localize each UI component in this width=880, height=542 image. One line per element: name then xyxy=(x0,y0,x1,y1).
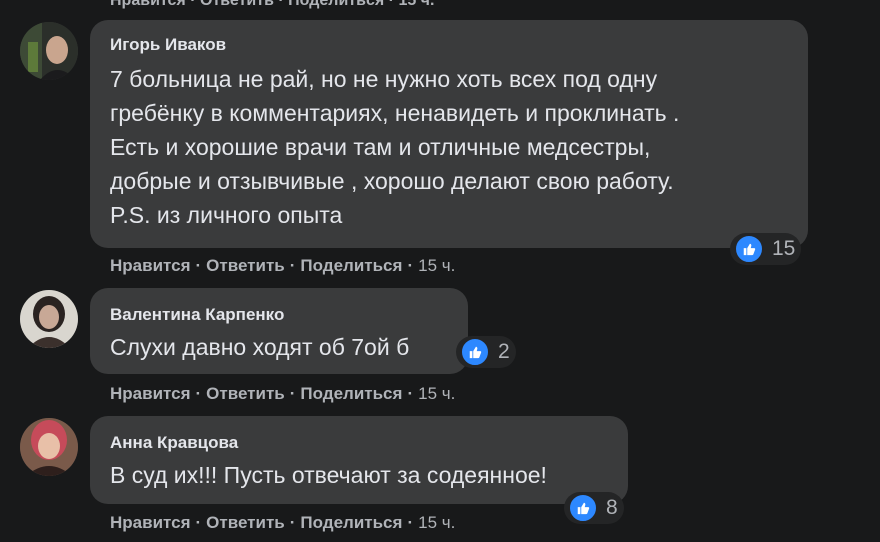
avatar-photo xyxy=(20,22,78,80)
separator-dot: · xyxy=(388,0,399,9)
reaction-count[interactable]: 8 xyxy=(564,492,624,524)
separator-dot: · xyxy=(278,0,289,9)
reaction-number: 2 xyxy=(498,340,510,363)
separator-dot: · xyxy=(190,0,200,9)
thumbs-up-icon xyxy=(568,493,598,523)
like-link[interactable]: Нравится xyxy=(110,513,191,533)
separator-dot: · xyxy=(289,513,296,532)
separator-dot: · xyxy=(195,513,202,532)
avatar[interactable] xyxy=(20,22,78,80)
like-link[interactable]: Нравится xyxy=(110,384,191,404)
avatar[interactable] xyxy=(20,418,78,476)
share-link[interactable]: Поделиться xyxy=(300,513,402,533)
thumbs-up-icon xyxy=(734,234,764,264)
reply-link[interactable]: Ответить xyxy=(206,256,285,276)
separator-dot: · xyxy=(195,256,202,275)
comment-time[interactable]: 15 ч. xyxy=(418,384,455,404)
avatar[interactable] xyxy=(20,290,78,348)
comment-author[interactable]: Игорь Иваков xyxy=(110,34,790,56)
thumbs-up-icon xyxy=(460,337,490,367)
reaction-count[interactable]: 15 xyxy=(730,233,802,265)
reply-link[interactable]: Ответить xyxy=(206,384,285,404)
reaction-number: 15 xyxy=(772,237,796,260)
share-link[interactable]: Поделиться xyxy=(288,0,384,9)
comment-time: 15 ч. xyxy=(398,0,435,9)
comment-bubble: Валентина Карпенко Слухи давно ходят об … xyxy=(90,288,468,374)
separator-dot: · xyxy=(407,384,414,403)
comment-text: 7 больница не рай, но не нужно хоть всех… xyxy=(110,66,680,228)
like-link[interactable]: Нравится xyxy=(110,0,186,9)
prev-comment-actions: Нравится · Ответить · Поделиться · 15 ч. xyxy=(110,0,435,9)
separator-dot: · xyxy=(407,256,414,275)
separator-dot: · xyxy=(407,513,414,532)
comment-time[interactable]: 15 ч. xyxy=(418,256,455,276)
separator-dot: · xyxy=(195,384,202,403)
separator-dot: · xyxy=(289,384,296,403)
avatar-photo xyxy=(20,418,78,476)
comment-author[interactable]: Анна Кравцова xyxy=(110,432,610,454)
comment-bubble: Игорь Иваков 7 больница не рай, но не ну… xyxy=(90,20,808,248)
reply-link[interactable]: Ответить xyxy=(206,513,285,533)
reply-link[interactable]: Ответить xyxy=(200,0,274,9)
comment-author[interactable]: Валентина Карпенко xyxy=(110,304,450,326)
comment-bubble: Анна Кравцова В суд их!!! Пусть отвечают… xyxy=(90,416,628,504)
reaction-count[interactable]: 2 xyxy=(456,336,516,368)
comment-actions: Нравится · Ответить · Поделиться · 15 ч. xyxy=(110,384,455,404)
share-link[interactable]: Поделиться xyxy=(300,256,402,276)
comment-time[interactable]: 15 ч. xyxy=(418,513,455,533)
like-link[interactable]: Нравится xyxy=(110,256,191,276)
share-link[interactable]: Поделиться xyxy=(300,384,402,404)
reaction-number: 8 xyxy=(606,496,618,519)
avatar-photo xyxy=(20,290,78,348)
separator-dot: · xyxy=(289,256,296,275)
comment-actions: Нравится · Ответить · Поделиться · 15 ч. xyxy=(110,513,455,533)
comment-text: Слухи давно ходят об 7ой б xyxy=(110,334,410,360)
comment-actions: Нравится · Ответить · Поделиться · 15 ч. xyxy=(110,256,455,276)
comment-text: В суд их!!! Пусть отвечают за содеянное! xyxy=(110,462,547,488)
